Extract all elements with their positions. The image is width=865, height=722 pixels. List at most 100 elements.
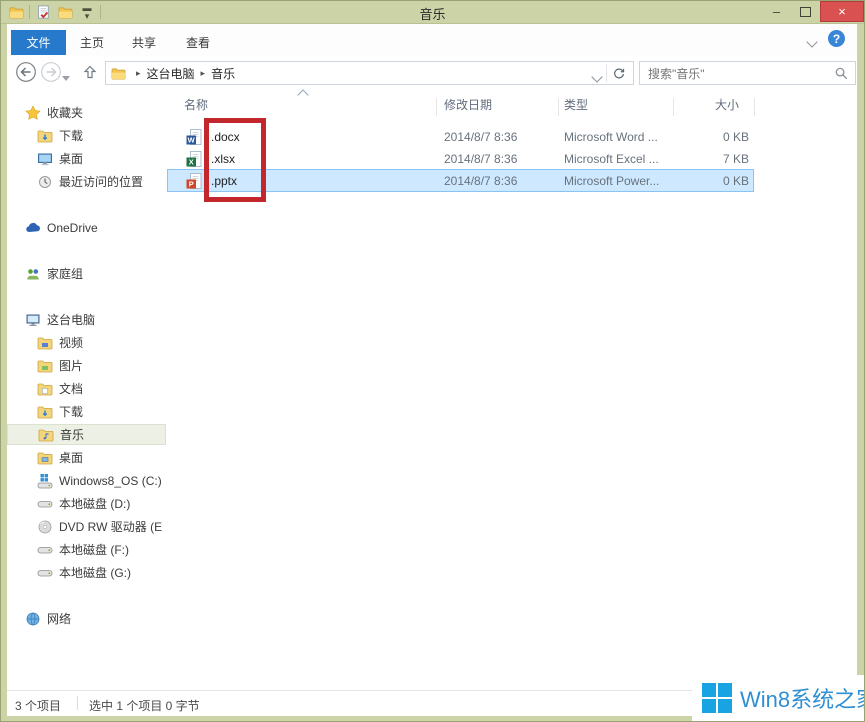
expand-ribbon-chevron-icon[interactable] — [808, 35, 817, 44]
sidebar-item-label: Windows8_OS (C:) — [59, 474, 162, 488]
tab-view[interactable]: 查看 — [177, 30, 219, 55]
column-divider[interactable] — [754, 98, 755, 116]
videos-folder-icon — [37, 335, 53, 351]
sidebar-item-documents[interactable]: 文档 — [7, 378, 194, 399]
sidebar-item-recent-places[interactable]: 最近访问的位置 — [7, 171, 194, 192]
sidebar-item-music[interactable]: 音乐 — [7, 424, 166, 445]
breadcrumb-current[interactable]: 音乐 — [211, 65, 235, 82]
file-list-pane: 名称 修改日期 类型 大小 W .docx 2014/8/7 8:36 Micr… — [166, 89, 857, 691]
customize-toolbar-chevron-icon[interactable]: ▬▾ — [78, 3, 96, 21]
sidebar-item-drive-d[interactable]: 本地磁盘 (D:) — [7, 493, 194, 514]
network-icon — [25, 611, 41, 627]
file-row-xlsx[interactable]: X .xlsx 2014/8/7 8:36 Microsoft Excel ..… — [166, 148, 857, 170]
watermark: Win8系统之家 — [692, 675, 864, 721]
address-dropdown-chevron-icon[interactable] — [593, 70, 601, 84]
music-folder-icon — [38, 427, 54, 443]
forward-button[interactable] — [40, 61, 62, 83]
download-folder-icon — [37, 128, 53, 144]
back-button[interactable] — [15, 61, 37, 83]
maximize-icon — [800, 7, 811, 17]
search-box[interactable] — [639, 61, 856, 85]
drive-icon — [37, 496, 53, 512]
tab-home[interactable]: 主页 — [71, 30, 113, 55]
file-date: 2014/8/7 8:36 — [444, 174, 517, 188]
file-size: 0 KB — [621, 174, 749, 188]
recent-places-icon — [37, 174, 53, 190]
sidebar-item-this-pc[interactable]: 这台电脑 — [7, 309, 182, 330]
breadcrumb-arrow-icon: ▸ — [201, 68, 206, 79]
homegroup-icon — [25, 266, 41, 282]
sidebar-item-drive-f[interactable]: 本地磁盘 (F:) — [7, 539, 194, 560]
minimize-button[interactable]: – — [762, 1, 791, 22]
close-button[interactable]: × — [820, 1, 864, 22]
breadcrumb-arrow-icon: ▸ — [136, 68, 141, 79]
sidebar-item-homegroup[interactable]: 家庭组 — [7, 263, 182, 284]
new-folder-icon[interactable] — [56, 3, 74, 21]
toolbar-separator — [100, 5, 101, 19]
column-header-name[interactable]: 名称 — [184, 96, 208, 113]
sidebar-item-label: DVD RW 驱动器 (E — [59, 518, 162, 535]
pictures-folder-icon — [37, 358, 53, 374]
location-folder-icon — [111, 67, 126, 80]
monitor-icon — [37, 151, 53, 167]
refresh-icon[interactable] — [609, 65, 629, 83]
sidebar-item-label: 收藏夹 — [47, 104, 83, 121]
column-divider[interactable] — [673, 98, 674, 116]
sidebar-item-label: 桌面 — [59, 449, 83, 466]
maximize-button[interactable] — [791, 1, 820, 22]
onedrive-cloud-icon — [25, 220, 41, 236]
file-size: 7 KB — [621, 152, 749, 166]
column-header-size[interactable]: 大小 — [684, 96, 739, 113]
sidebar-item-drive-g[interactable]: 本地磁盘 (G:) — [7, 562, 194, 583]
column-header-date[interactable]: 修改日期 — [444, 96, 492, 113]
sidebar-item-label: 下载 — [59, 127, 83, 144]
help-icon[interactable]: ? — [828, 30, 845, 47]
sidebar-item-onedrive[interactable]: OneDrive — [7, 217, 182, 238]
sidebar-item-label: 网络 — [47, 610, 71, 627]
sidebar-item-downloads[interactable]: 下载 — [7, 125, 194, 146]
documents-folder-icon — [37, 381, 53, 397]
sidebar-item-label: 本地磁盘 (F:) — [59, 541, 129, 558]
sidebar-item-label: 下载 — [59, 403, 83, 420]
file-row-docx[interactable]: W .docx 2014/8/7 8:36 Microsoft Word ...… — [166, 126, 857, 148]
sidebar-item-pictures[interactable]: 图片 — [7, 355, 194, 376]
sidebar-item-videos[interactable]: 视频 — [7, 332, 194, 353]
sidebar-item-desktop[interactable]: 桌面 — [7, 148, 194, 169]
breadcrumb-this-pc[interactable]: 这台电脑 — [147, 65, 195, 82]
address-bar[interactable]: ▸ 这台电脑 ▸ 音乐 — [105, 61, 634, 85]
sort-ascending-icon — [297, 89, 308, 100]
red-annotation-box — [204, 118, 266, 202]
tab-share[interactable]: 共享 — [123, 30, 165, 55]
selection-status-label: 选中 1 个项目 0 字节 — [89, 697, 200, 714]
file-date: 2014/8/7 8:36 — [444, 130, 517, 144]
column-divider[interactable] — [436, 98, 437, 116]
up-button[interactable] — [79, 61, 101, 83]
recent-locations-chevron-icon[interactable] — [62, 70, 70, 84]
sidebar-item-favorites[interactable]: 收藏夹 — [7, 102, 182, 123]
sidebar-item-label: 本地磁盘 (G:) — [59, 564, 131, 581]
sidebar-item-network[interactable]: 网络 — [7, 608, 182, 629]
dvd-drive-icon — [37, 519, 53, 535]
navigation-bar: ▸ 这台电脑 ▸ 音乐 — [7, 56, 857, 89]
sidebar-item-drive-c[interactable]: Windows8_OS (C:) — [7, 470, 194, 491]
sidebar-item-downloads[interactable]: 下载 — [7, 401, 194, 422]
search-icon[interactable] — [834, 66, 849, 81]
desktop-folder-icon — [37, 450, 53, 466]
sidebar-item-label: 文档 — [59, 380, 83, 397]
sidebar-item-label: 桌面 — [59, 150, 83, 167]
column-divider[interactable] — [558, 98, 559, 116]
sidebar-item-desktop[interactable]: 桌面 — [7, 447, 194, 468]
explorer-window: ▬▾ 音乐 – × 文件 主页 共享 查看 ? — [0, 0, 865, 722]
sidebar-item-dvd-drive[interactable]: DVD RW 驱动器 (E — [7, 516, 194, 537]
titlebar: ▬▾ 音乐 – × — [1, 1, 864, 24]
search-input[interactable] — [646, 64, 825, 84]
properties-icon[interactable] — [34, 3, 52, 21]
drive-icon — [37, 565, 53, 581]
column-header-type[interactable]: 类型 — [564, 96, 588, 113]
toolbar-separator — [29, 5, 30, 19]
ribbon-tab-row: 文件 主页 共享 查看 ? — [7, 23, 857, 57]
navigation-pane: 收藏夹 下载 桌面 最近访问的位置 OneDrive 家庭组 这台电脑 视频 — [7, 89, 166, 691]
tab-file[interactable]: 文件 — [11, 30, 66, 55]
windows-logo-icon — [702, 683, 733, 714]
music-folder-icon[interactable] — [7, 3, 25, 21]
